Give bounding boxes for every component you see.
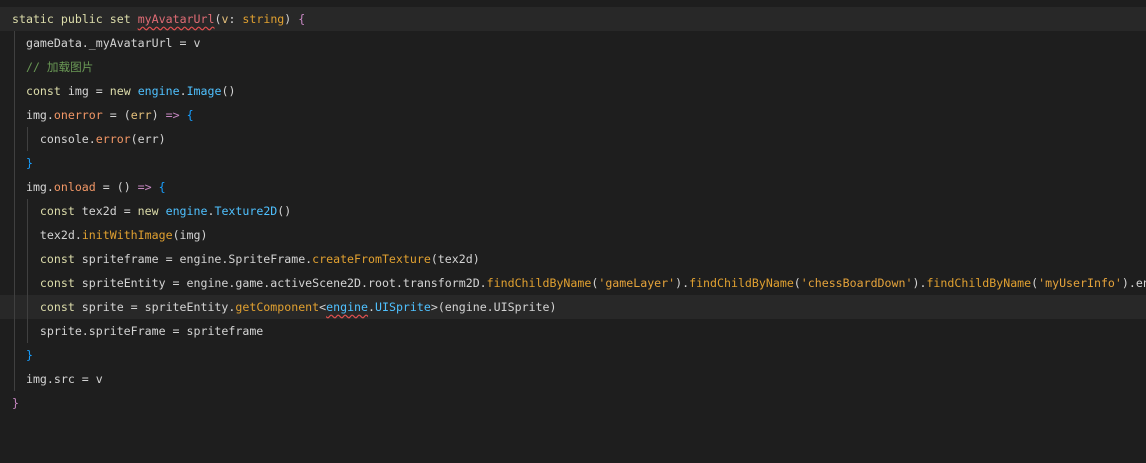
code-line-16[interactable]: img.src = v: [0, 367, 1146, 391]
code-text: const tex2d = new engine.Texture2D(): [39, 204, 292, 218]
code-text: const sprite = spriteEntity.getComponent…: [39, 300, 557, 314]
code-text: img.onerror = (err) => {: [12, 108, 194, 122]
code-text: }: [25, 156, 33, 170]
code-text: sprite.spriteFrame = spriteframe: [12, 324, 264, 338]
code-text: img.onload = () => {: [12, 180, 166, 194]
code-line-15[interactable]: }: [0, 343, 1146, 367]
code-line-2[interactable]: gameData._myAvatarUrl = v: [0, 31, 1146, 55]
code-text: // 加载图片: [25, 60, 94, 74]
code-text: static public set myAvatarUrl(v: string)…: [12, 12, 306, 26]
code-line-4[interactable]: const img = new engine.Image(): [0, 79, 1146, 103]
code-line-11[interactable]: const spriteframe = engine.SpriteFrame.c…: [0, 247, 1146, 271]
code-line-6[interactable]: console.error(err): [0, 127, 1146, 151]
code-line-10[interactable]: tex2d.initWithImage(img): [0, 223, 1146, 247]
code-line-17[interactable]: }: [0, 391, 1146, 415]
code-line-9[interactable]: const tex2d = new engine.Texture2D(): [0, 199, 1146, 223]
code-text: console.error(err): [12, 132, 166, 146]
code-line-13[interactable]: const sprite = spriteEntity.getComponent…: [0, 295, 1146, 319]
code-editor[interactable]: static public set myAvatarUrl(v: string)…: [0, 0, 1146, 418]
code-text: const spriteEntity = engine.game.activeS…: [39, 276, 1146, 290]
code-text: gameData._myAvatarUrl = v: [12, 36, 201, 50]
code-line-12[interactable]: const spriteEntity = engine.game.activeS…: [0, 271, 1146, 295]
code-line-8[interactable]: img.onload = () => {: [0, 175, 1146, 199]
code-line-3[interactable]: // 加载图片: [0, 55, 1146, 79]
code-text: }: [12, 396, 19, 410]
code-line-7[interactable]: }: [0, 151, 1146, 175]
code-text: const img = new engine.Image(): [25, 84, 236, 98]
code-line-5[interactable]: img.onerror = (err) => {: [0, 103, 1146, 127]
code-text: const spriteframe = engine.SpriteFrame.c…: [39, 252, 480, 266]
code-line-1[interactable]: static public set myAvatarUrl(v: string)…: [0, 7, 1146, 31]
code-text: img.src = v: [12, 372, 103, 386]
code-text: }: [25, 348, 33, 362]
code-line-14[interactable]: sprite.spriteFrame = spriteframe: [0, 319, 1146, 343]
code-text: tex2d.initWithImage(img): [12, 228, 208, 242]
